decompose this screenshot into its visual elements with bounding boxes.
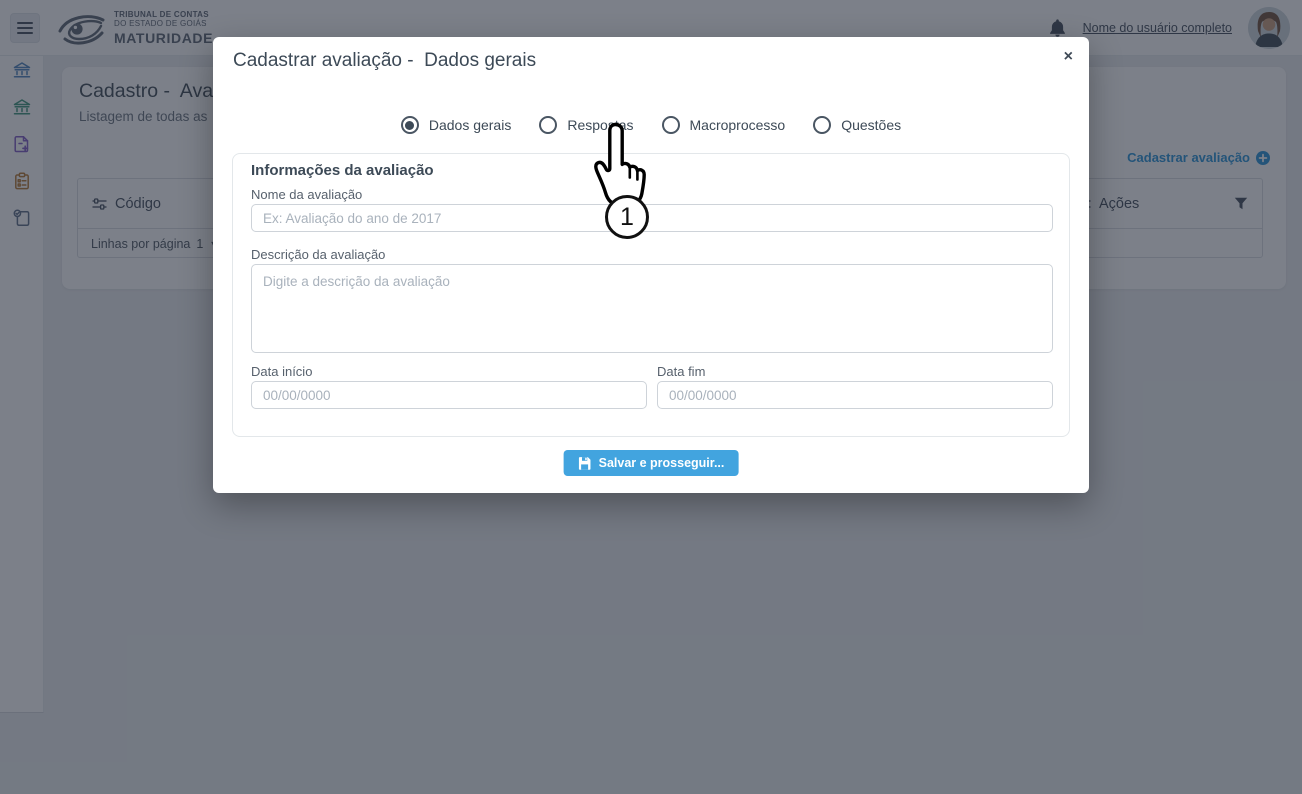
step-radio-group: Dados gerais Respostas Macroprocesso Que… <box>213 116 1089 134</box>
step-label: Respostas <box>567 117 633 133</box>
data-inicio-input[interactable] <box>251 381 647 409</box>
data-fim-input[interactable] <box>657 381 1053 409</box>
nome-avaliacao-input[interactable] <box>251 204 1053 232</box>
radio-selected-icon <box>401 116 419 134</box>
step-radio-macroprocesso[interactable]: Macroprocesso <box>662 116 786 134</box>
nome-avaliacao-label: Nome da avaliação <box>251 187 362 202</box>
step-radio-questoes[interactable]: Questões <box>813 116 901 134</box>
step-label: Questões <box>841 117 901 133</box>
save-button[interactable]: Salvar e prosseguir... <box>564 450 739 476</box>
modal-title: Cadastrar avaliação - Dados gerais <box>233 50 536 72</box>
save-button-label: Salvar e prosseguir... <box>599 456 725 470</box>
cadastrar-avaliacao-modal: Cadastrar avaliação - Dados gerais × Dad… <box>213 37 1089 493</box>
radio-unselected-icon <box>662 116 680 134</box>
avaliacao-info-panel: Informações da avaliação Nome da avaliaç… <box>232 153 1070 437</box>
app-screen: TRIBUNAL DE CONTAS DO ESTADO DE GOIÁS MA… <box>0 0 1302 794</box>
close-icon[interactable]: × <box>1064 49 1073 65</box>
step-label: Dados gerais <box>429 117 512 133</box>
radio-unselected-icon <box>813 116 831 134</box>
section-title: Informações da avaliação <box>251 162 434 179</box>
data-fim-label: Data fim <box>657 364 705 379</box>
descricao-avaliacao-label: Descrição da avaliação <box>251 247 385 262</box>
radio-unselected-icon <box>539 116 557 134</box>
descricao-avaliacao-textarea[interactable] <box>251 264 1053 353</box>
step-radio-respostas[interactable]: Respostas <box>539 116 633 134</box>
step-label: Macroprocesso <box>690 117 786 133</box>
data-inicio-label: Data início <box>251 364 312 379</box>
save-floppy-icon <box>578 456 592 470</box>
step-radio-dados-gerais[interactable]: Dados gerais <box>401 116 512 134</box>
